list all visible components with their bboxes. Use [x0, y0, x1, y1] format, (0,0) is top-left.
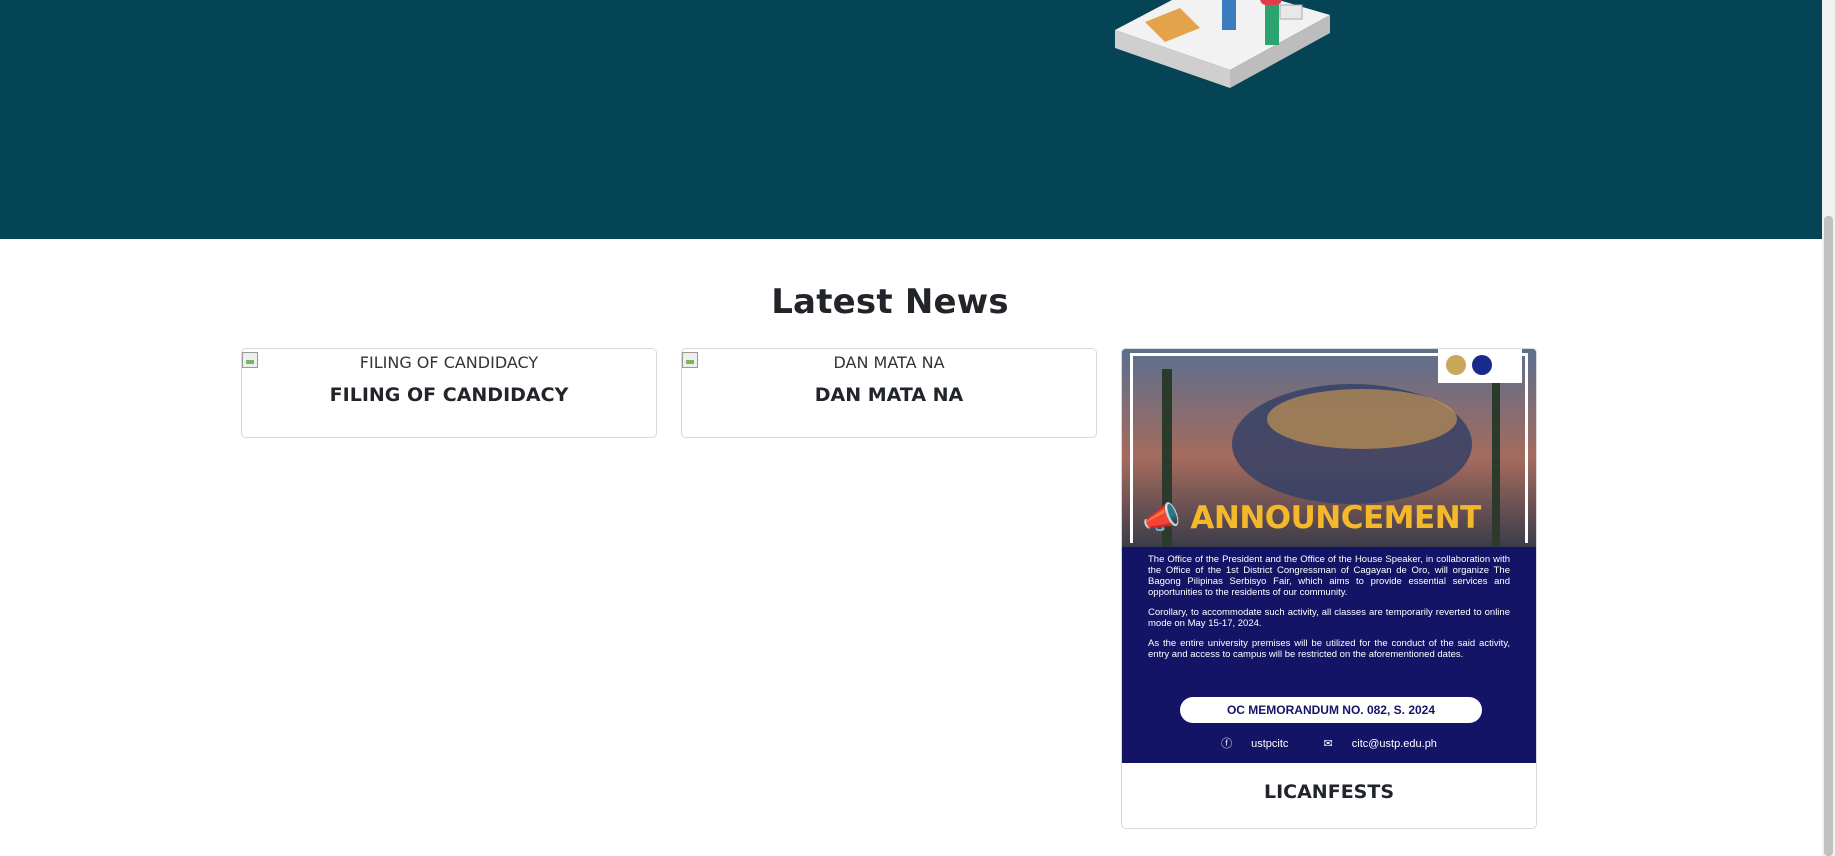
facebook-icon: ⓕ: [1221, 738, 1233, 750]
news-card[interactable]: FILING OF CANDIDACY FILING OF CANDIDACY: [241, 348, 657, 438]
memo-number: OC MEMORANDUM NO. 082, S. 2024: [1180, 697, 1482, 723]
news-card-image[interactable]: DAN MATA NA: [682, 349, 1096, 376]
scrollbar-thumb[interactable]: [1824, 216, 1833, 856]
news-card-title[interactable]: FILING OF CANDIDACY: [242, 376, 656, 406]
announcement-paragraph: Corollary, to accommodate such activity,…: [1148, 607, 1510, 629]
announcement-headline: 📣 ANNOUNCEMENT: [1142, 500, 1481, 536]
news-card[interactable]: DAN MATA NA DAN MATA NA: [681, 348, 1097, 438]
hero-illustration: [1115, 0, 1330, 88]
college-logo: [1438, 349, 1522, 383]
facebook-contact: ⓕ ustpcitc: [1221, 738, 1289, 750]
image-alt-text: DAN MATA NA: [833, 353, 945, 372]
news-card-title[interactable]: LICANFESTS: [1122, 763, 1536, 803]
news-card-title[interactable]: DAN MATA NA: [682, 376, 1096, 406]
poster-contacts: ⓕ ustpcitc ✉ citc@ustp.edu.ph: [1122, 735, 1536, 751]
broken-image-icon: [682, 352, 698, 368]
announcement-body: The Office of the President and the Offi…: [1148, 554, 1510, 669]
megaphone-icon: 📣: [1142, 500, 1181, 536]
news-card-image[interactable]: 📣 ANNOUNCEMENT The Office of the Preside…: [1122, 349, 1536, 763]
vertical-scrollbar[interactable]: [1822, 0, 1835, 856]
latest-news-heading: Latest News: [771, 282, 1009, 322]
announcement-paragraph: As the entire university premises will b…: [1148, 638, 1510, 660]
news-card[interactable]: 📣 ANNOUNCEMENT The Office of the Preside…: [1121, 348, 1537, 829]
email-icon: ✉: [1323, 738, 1333, 750]
hero-banner: [0, 0, 1822, 239]
image-alt-text: FILING OF CANDIDACY: [359, 353, 539, 372]
news-card-image[interactable]: FILING OF CANDIDACY: [242, 349, 656, 376]
broken-image-icon: [242, 352, 258, 368]
email-contact: ✉ citc@ustp.edu.ph: [1323, 738, 1437, 750]
announcement-paragraph: The Office of the President and the Offi…: [1148, 554, 1510, 598]
